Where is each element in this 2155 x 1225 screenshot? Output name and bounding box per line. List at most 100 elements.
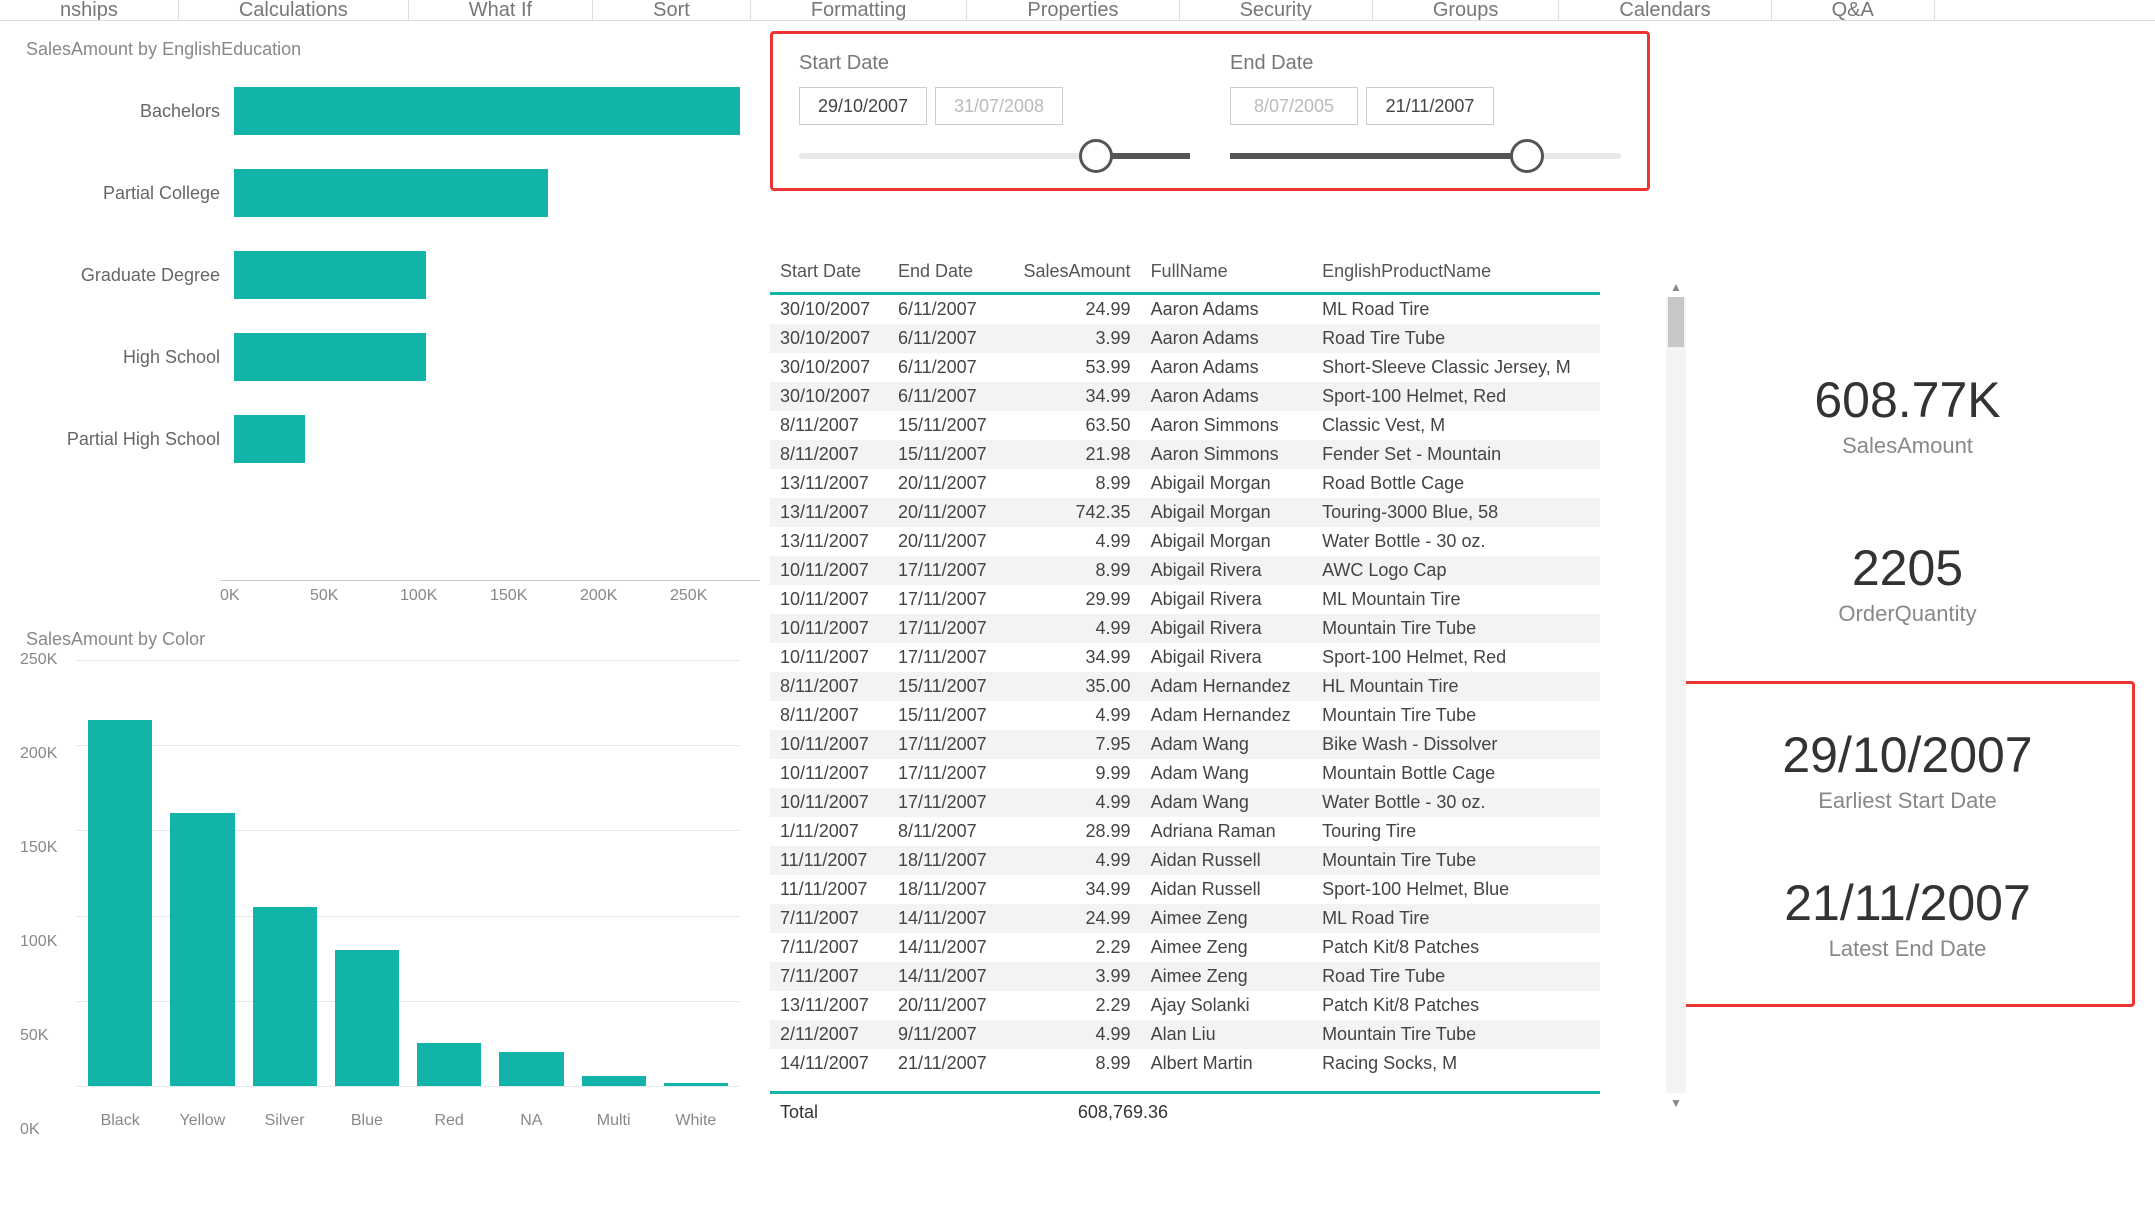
table-cell: Classic Vest, M bbox=[1312, 411, 1600, 440]
table-cell: Bike Wash - Dissolver bbox=[1312, 730, 1600, 759]
start-date-to-input[interactable] bbox=[935, 87, 1063, 125]
chart-sales-by-education[interactable]: BachelorsPartial CollegeGraduate DegreeH… bbox=[20, 70, 740, 580]
ribbon-tab[interactable]: Properties bbox=[967, 0, 1179, 21]
table-row[interactable]: 30/10/20076/11/200724.99Aaron AdamsML Ro… bbox=[770, 294, 1600, 325]
table-header[interactable]: End Date bbox=[888, 251, 1005, 294]
scroll-down-icon[interactable]: ▼ bbox=[1666, 1093, 1686, 1113]
chart1-x-axis: 0K50K100K150K200K250K bbox=[220, 580, 760, 605]
table-cell: 8/11/2007 bbox=[770, 411, 888, 440]
table-cell: 2/11/2007 bbox=[770, 1020, 888, 1049]
table-cell: 10/11/2007 bbox=[770, 759, 888, 788]
card-sales-amount[interactable]: 608.77K SalesAmount bbox=[1680, 371, 2135, 459]
start-date-slider[interactable] bbox=[799, 153, 1190, 159]
slider-thumb[interactable] bbox=[1079, 139, 1113, 173]
vbar-bar[interactable] bbox=[170, 813, 234, 1086]
table-row[interactable]: 30/10/20076/11/200753.99Aaron AdamsShort… bbox=[770, 353, 1600, 382]
table-row[interactable]: 7/11/200714/11/20072.29Aimee ZengPatch K… bbox=[770, 933, 1600, 962]
table-row[interactable]: 7/11/200714/11/200724.99Aimee ZengML Roa… bbox=[770, 904, 1600, 933]
vbar-bar[interactable] bbox=[499, 1052, 563, 1086]
start-date-from-input[interactable] bbox=[799, 87, 927, 125]
card-latest-label: Latest End Date bbox=[1703, 936, 2112, 962]
ribbon-tab[interactable]: Calendars bbox=[1559, 0, 1771, 21]
table-row[interactable]: 14/11/200721/11/20078.99Albert MartinRac… bbox=[770, 1049, 1600, 1078]
table-header[interactable]: Start Date bbox=[770, 251, 888, 294]
table-row[interactable]: 10/11/200717/11/20074.99Adam WangWater B… bbox=[770, 788, 1600, 817]
end-date-to-input[interactable] bbox=[1366, 87, 1494, 125]
table-row[interactable]: 30/10/20076/11/20073.99Aaron AdamsRoad T… bbox=[770, 324, 1600, 353]
vbar-bar[interactable] bbox=[253, 907, 317, 1086]
table-cell: Abigail Rivera bbox=[1141, 585, 1313, 614]
vbar-bar[interactable] bbox=[664, 1083, 728, 1086]
table-row[interactable]: 10/11/200717/11/20079.99Adam WangMountai… bbox=[770, 759, 1600, 788]
table-cell: 3.99 bbox=[1004, 962, 1140, 991]
table-cell: Fender Set - Mountain bbox=[1312, 440, 1600, 469]
data-table-visual[interactable]: Start DateEnd DateSalesAmountFullNameEng… bbox=[770, 251, 1650, 1131]
table-header[interactable]: FullName bbox=[1141, 251, 1313, 294]
table-row[interactable]: 10/11/200717/11/200729.99Abigail RiveraM… bbox=[770, 585, 1600, 614]
table-row[interactable]: 30/10/20076/11/200734.99Aaron AdamsSport… bbox=[770, 382, 1600, 411]
table-cell: ML Mountain Tire bbox=[1312, 585, 1600, 614]
table-cell: 21.98 bbox=[1004, 440, 1140, 469]
ribbon-tab[interactable]: Groups bbox=[1373, 0, 1560, 21]
card-latest-date[interactable]: 21/11/2007 Latest End Date bbox=[1703, 874, 2112, 962]
table-cell: Abigail Rivera bbox=[1141, 643, 1313, 672]
start-date-slicer[interactable]: Start Date bbox=[799, 52, 1190, 170]
vbar-bar[interactable] bbox=[582, 1076, 646, 1086]
table-row[interactable]: 13/11/200720/11/20072.29Ajay SolankiPatc… bbox=[770, 991, 1600, 1020]
table-cell: 7/11/2007 bbox=[770, 962, 888, 991]
slider-thumb[interactable] bbox=[1510, 139, 1544, 173]
table-cell: 14/11/2007 bbox=[770, 1049, 888, 1078]
hbar-bar[interactable] bbox=[234, 169, 548, 217]
hbar-bar[interactable] bbox=[234, 251, 426, 299]
vbar-bar[interactable] bbox=[88, 720, 152, 1086]
table-row[interactable]: 8/11/200715/11/200735.00Adam HernandezHL… bbox=[770, 672, 1600, 701]
table-row[interactable]: 13/11/200720/11/20078.99Abigail MorganRo… bbox=[770, 469, 1600, 498]
table-row[interactable]: 11/11/200718/11/200734.99Aidan RussellSp… bbox=[770, 875, 1600, 904]
scroll-up-icon[interactable]: ▲ bbox=[1666, 277, 1686, 297]
table-scrollbar[interactable]: ▲ ▼ bbox=[1666, 297, 1686, 1093]
end-date-slicer[interactable]: End Date bbox=[1230, 52, 1621, 170]
table-row[interactable]: 11/11/200718/11/20074.99Aidan RussellMou… bbox=[770, 846, 1600, 875]
table-row[interactable]: 8/11/200715/11/20074.99Adam HernandezMou… bbox=[770, 701, 1600, 730]
table-row[interactable]: 7/11/200714/11/20073.99Aimee ZengRoad Ti… bbox=[770, 962, 1600, 991]
ribbon-tab[interactable]: Formatting bbox=[751, 0, 968, 21]
hbar-bar[interactable] bbox=[234, 415, 305, 463]
table-cell: Mountain Tire Tube bbox=[1312, 1020, 1600, 1049]
table-row[interactable]: 13/11/200720/11/20074.99Abigail MorganWa… bbox=[770, 527, 1600, 556]
end-date-from-input[interactable] bbox=[1230, 87, 1358, 125]
table-row[interactable]: 10/11/200717/11/20078.99Abigail RiveraAW… bbox=[770, 556, 1600, 585]
vbar-bar[interactable] bbox=[417, 1043, 481, 1086]
chart-sales-by-color[interactable]: BlackYellowSilverBlueRedNAMultiWhite 0K5… bbox=[20, 660, 740, 1130]
table-row[interactable]: 2/11/20079/11/20074.99Alan LiuMountain T… bbox=[770, 1020, 1600, 1049]
table-cell: 30/10/2007 bbox=[770, 294, 888, 325]
table-cell: 2.29 bbox=[1004, 991, 1140, 1020]
hbar-category-label: High School bbox=[20, 347, 234, 368]
table-row[interactable]: 10/11/200717/11/20074.99Abigail RiveraMo… bbox=[770, 614, 1600, 643]
vbar-bar[interactable] bbox=[335, 950, 399, 1086]
table-cell: 13/11/2007 bbox=[770, 991, 888, 1020]
table-cell: Mountain Bottle Cage bbox=[1312, 759, 1600, 788]
ribbon-tab[interactable]: Calculations bbox=[179, 0, 409, 21]
hbar-bar[interactable] bbox=[234, 87, 740, 135]
table-cell: 34.99 bbox=[1004, 382, 1140, 411]
hbar-bar[interactable] bbox=[234, 333, 426, 381]
ribbon-tab[interactable]: Security bbox=[1180, 0, 1373, 21]
ribbon-tab[interactable]: Q&A bbox=[1772, 0, 1935, 21]
card-earliest-date[interactable]: 29/10/2007 Earliest Start Date bbox=[1703, 726, 2112, 814]
table-header[interactable]: EnglishProductName bbox=[1312, 251, 1600, 294]
table-row[interactable]: 8/11/200715/11/200763.50Aaron SimmonsCla… bbox=[770, 411, 1600, 440]
table-header[interactable]: SalesAmount bbox=[1004, 251, 1140, 294]
table-cell: 8.99 bbox=[1004, 1049, 1140, 1078]
ribbon-tab[interactable]: nships bbox=[0, 0, 179, 21]
card-order-quantity[interactable]: 2205 OrderQuantity bbox=[1680, 539, 2135, 627]
table-row[interactable]: 1/11/20078/11/200728.99Adriana RamanTour… bbox=[770, 817, 1600, 846]
end-date-slider[interactable] bbox=[1230, 153, 1621, 159]
table-row[interactable]: 13/11/200720/11/2007742.35Abigail Morgan… bbox=[770, 498, 1600, 527]
table-row[interactable]: 10/11/200717/11/200734.99Abigail RiveraS… bbox=[770, 643, 1600, 672]
table-row[interactable]: 8/11/200715/11/200721.98Aaron SimmonsFen… bbox=[770, 440, 1600, 469]
table-row[interactable]: 10/11/200717/11/20077.95Adam WangBike Wa… bbox=[770, 730, 1600, 759]
ribbon-tab[interactable]: What If bbox=[409, 0, 593, 21]
table-cell: 17/11/2007 bbox=[888, 643, 1005, 672]
scrollbar-thumb[interactable] bbox=[1668, 297, 1684, 347]
ribbon-tab[interactable]: Sort bbox=[593, 0, 751, 21]
